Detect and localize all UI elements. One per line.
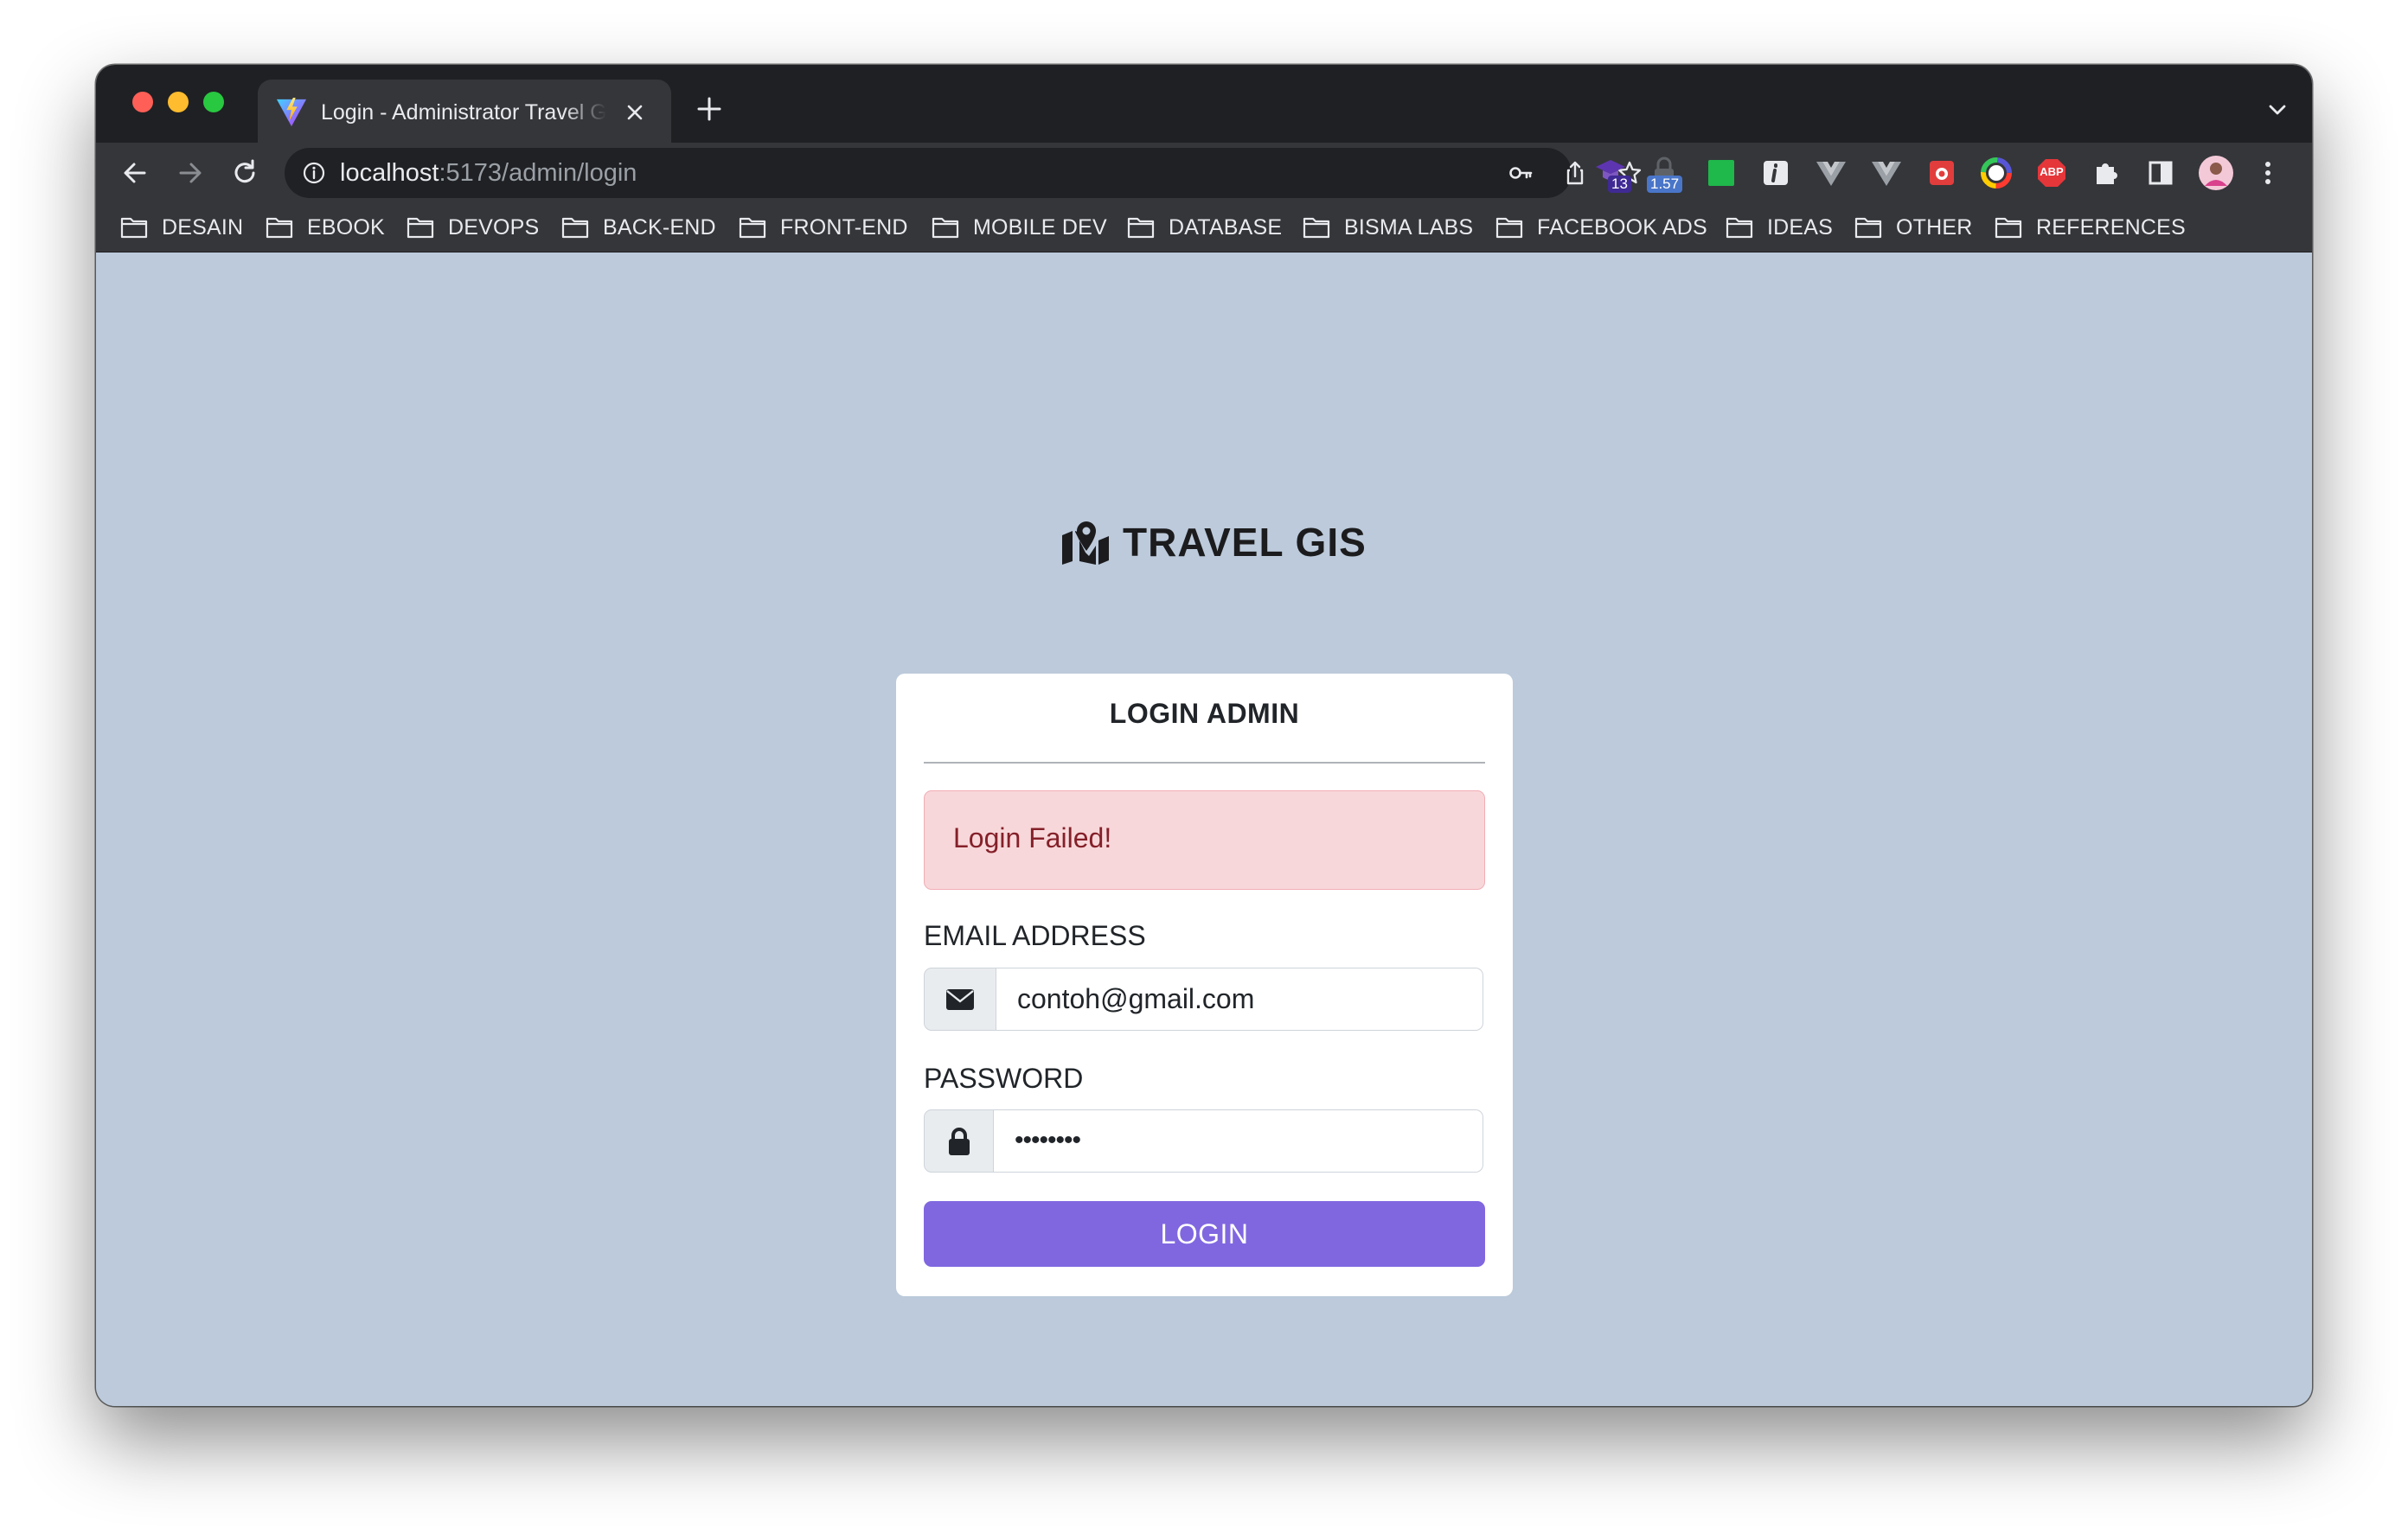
- folder-icon: [1726, 217, 1753, 239]
- folder-icon: [407, 217, 434, 239]
- bookmark-label: DEVOPS: [448, 214, 540, 240]
- page-content: TRAVEL GIS LOGIN ADMIN Login Failed! EMA…: [96, 252, 2312, 1406]
- bookmark-label: MOBILE DEV: [973, 214, 1107, 240]
- url-path: :5173/admin/login: [439, 159, 637, 187]
- green-square-extension-icon[interactable]: [1703, 155, 1739, 191]
- extension-badge: 13: [1608, 176, 1631, 193]
- tab-title: Login - Administrator Travel GIS: [321, 100, 606, 125]
- close-tab-icon[interactable]: [621, 99, 649, 126]
- password-field[interactable]: ••••••••: [994, 1109, 1483, 1173]
- bookmark-folder[interactable]: MOBILE DEV: [932, 203, 1107, 252]
- folder-icon: [1127, 217, 1155, 239]
- folder-icon: [120, 217, 148, 239]
- vite-icon: [276, 97, 307, 127]
- alert-message: Login Failed!: [953, 822, 1112, 853]
- bookmark-label: DATABASE: [1169, 214, 1283, 240]
- envelope-icon: [946, 988, 974, 1010]
- folder-icon: [1495, 217, 1523, 239]
- browser-tab[interactable]: Login - Administrator Travel GIS: [258, 80, 671, 143]
- red-bug-extension-icon[interactable]: [1924, 155, 1960, 191]
- zoom-window-button[interactable]: [203, 92, 224, 112]
- bookmark-folder[interactable]: IDEAS: [1726, 203, 1833, 252]
- vue-devtools-icon-2[interactable]: [1868, 155, 1905, 191]
- lock-extension-icon[interactable]: 1.57: [1647, 155, 1683, 193]
- folder-icon: [739, 217, 766, 239]
- bookmark-folder[interactable]: DESAIN: [120, 203, 243, 252]
- close-window-button[interactable]: [132, 92, 153, 112]
- share-icon[interactable]: [1562, 160, 1588, 186]
- key-icon[interactable]: [1508, 160, 1534, 186]
- new-tab-icon[interactable]: [695, 94, 724, 124]
- bookmarks-bar: DESAIN EBOOK DEVOPS BACK-END FRONT-END M…: [96, 203, 2312, 252]
- bookmark-label: BISMA LABS: [1344, 214, 1474, 240]
- folder-icon: [1854, 217, 1882, 239]
- bookmark-label: OTHER: [1896, 214, 1973, 240]
- forward-icon[interactable]: [173, 156, 208, 190]
- info-extension-icon[interactable]: [1758, 155, 1794, 191]
- error-alert: Login Failed!: [924, 790, 1485, 890]
- folder-icon: [561, 217, 589, 239]
- folder-icon: [1303, 217, 1330, 239]
- divider: [924, 762, 1485, 764]
- bookmark-folder[interactable]: BACK-END: [561, 203, 716, 252]
- bookmark-folder[interactable]: DATABASE: [1127, 203, 1282, 252]
- lock-icon: [948, 1127, 970, 1155]
- email-input-group: contoh@gmail.com: [924, 968, 1483, 1032]
- menu-kebab-icon[interactable]: [2250, 155, 2286, 191]
- brand-title: TRAVEL GIS: [1123, 520, 1367, 565]
- email-value: contoh@gmail.com: [1017, 983, 1255, 1014]
- address-bar[interactable]: localhost:5173/admin/login: [285, 148, 1642, 198]
- minimize-window-button[interactable]: [168, 92, 189, 112]
- email-addon: [924, 968, 996, 1031]
- bookmark-folder[interactable]: BISMA LABS: [1303, 203, 1473, 252]
- adblock-plus-icon[interactable]: ABP: [2033, 155, 2070, 191]
- browser-toolbar: localhost:5173/admin/login 13 1.57 ABP: [96, 143, 2312, 203]
- bookmark-label: FACEBOOK ADS: [1537, 214, 1707, 240]
- bookmark-folder[interactable]: REFERENCES: [1995, 203, 2186, 252]
- folder-icon: [932, 217, 959, 239]
- bookmark-folder[interactable]: OTHER: [1854, 203, 1973, 252]
- map-location-icon: [1062, 521, 1109, 565]
- url-text: localhost:5173/admin/login: [340, 148, 637, 198]
- vue-devtools-icon[interactable]: [1813, 155, 1849, 191]
- email-label: EMAIL ADDRESS: [924, 920, 1146, 951]
- bookmark-label: EBOOK: [307, 214, 385, 240]
- extension-badge: 1.57: [1647, 176, 1683, 193]
- reload-icon[interactable]: [227, 156, 262, 190]
- back-icon[interactable]: [118, 156, 152, 190]
- browser-window: Login - Administrator Travel GIS localho…: [96, 65, 2312, 1406]
- bookmark-label: DESAIN: [162, 214, 244, 240]
- info-icon[interactable]: [302, 161, 326, 185]
- brand-logo: TRAVEL GIS: [1060, 516, 1367, 568]
- graduation-cap-extension-icon[interactable]: 13: [1592, 155, 1631, 193]
- password-label: PASSWORD: [924, 1063, 1084, 1094]
- login-card: LOGIN ADMIN Login Failed! EMAIL ADDRESS …: [896, 674, 1513, 1296]
- bookmark-label: BACK-END: [603, 214, 716, 240]
- email-field[interactable]: contoh@gmail.com: [996, 968, 1483, 1031]
- bookmark-folder[interactable]: FACEBOOK ADS: [1495, 203, 1707, 252]
- profile-avatar[interactable]: [2198, 155, 2234, 191]
- bookmark-folder[interactable]: FRONT-END: [739, 203, 908, 252]
- bookmark-label: REFERENCES: [2036, 214, 2186, 240]
- side-panel-icon[interactable]: [2142, 155, 2179, 191]
- color-picker-extension-icon[interactable]: [1978, 155, 2014, 191]
- bookmark-folder[interactable]: EBOOK: [266, 203, 385, 252]
- puzzle-icon[interactable]: [2088, 155, 2124, 191]
- card-title: LOGIN ADMIN: [1109, 698, 1300, 729]
- folder-icon: [1995, 217, 2022, 239]
- url-host: localhost: [340, 159, 439, 187]
- tab-strip: Login - Administrator Travel GIS: [96, 65, 2312, 143]
- adblock-label: ABP: [2040, 165, 2064, 178]
- folder-icon: [266, 217, 293, 239]
- password-input-group: ••••••••: [924, 1109, 1483, 1173]
- bookmark-label: FRONT-END: [780, 214, 908, 240]
- bookmark-label: IDEAS: [1767, 214, 1834, 240]
- password-value: ••••••••: [1015, 1126, 1081, 1154]
- password-addon: [924, 1109, 994, 1173]
- bookmark-folder[interactable]: DEVOPS: [407, 203, 539, 252]
- chevron-down-icon[interactable]: [2265, 98, 2290, 122]
- login-button[interactable]: LOGIN: [924, 1201, 1485, 1267]
